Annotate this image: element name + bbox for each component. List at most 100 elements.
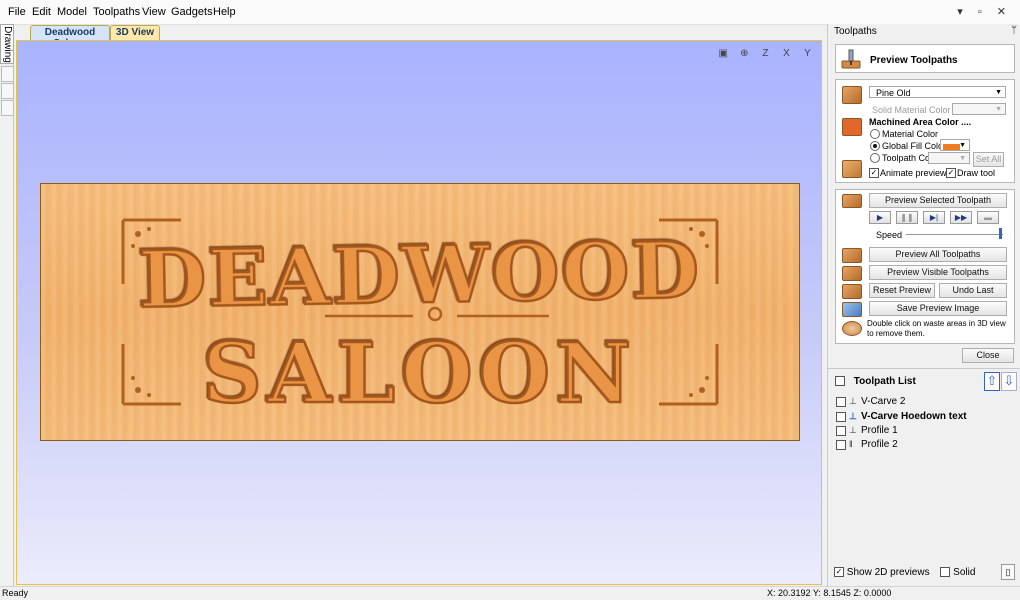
menu-view[interactable]: View xyxy=(142,6,166,18)
preview-selected-icon xyxy=(842,194,862,208)
material-select-value: Pine Old xyxy=(876,88,911,98)
radio-toolpath-color[interactable] xyxy=(870,153,880,163)
menu-help[interactable]: Help xyxy=(213,6,236,18)
preview-controls: Preview Selected Toolpath ▶ ❚❚ ▶| ▶▶ ▬ S… xyxy=(835,189,1015,344)
profile-icon: ⊥ xyxy=(849,425,857,435)
y-view-icon[interactable]: Y xyxy=(800,47,815,61)
window-controls[interactable]: ▾ ▫ ✕ xyxy=(957,5,1012,18)
material-settings: Pine Old ▼ Solid Material Color ▼ Machin… xyxy=(835,79,1015,183)
fill-color-swatch xyxy=(943,143,960,150)
strip-button[interactable] xyxy=(1,83,14,99)
preview-visible-button[interactable]: Preview Visible Toolpaths xyxy=(869,265,1007,280)
toolpath-color-picker[interactable]: ▼ xyxy=(928,152,970,164)
show-2d-previews-label: Show 2D previews xyxy=(846,567,930,578)
preview-tool-icon xyxy=(841,49,861,69)
set-all-button[interactable]: Set All xyxy=(973,152,1004,167)
solid-checkbox[interactable] xyxy=(940,567,951,578)
toolpath-row[interactable]: ⊥ Profile 1 xyxy=(836,425,898,436)
animate-preview-label: Animate preview xyxy=(880,168,947,178)
save-preview-image-button[interactable]: Save Preview Image xyxy=(869,301,1007,316)
chevron-down-icon: ▼ xyxy=(995,106,1002,113)
show-2d-previews-checkbox[interactable]: ✓ xyxy=(834,567,844,578)
pin-icon[interactable]: ᛘ xyxy=(1011,25,1017,36)
toolpath-name: V-Carve Hoedown text xyxy=(861,411,967,423)
vcarve-icon: ⊥ xyxy=(849,411,857,421)
global-fill-color-label: Global Fill Color xyxy=(882,141,947,151)
status-text: Ready xyxy=(2,588,29,598)
sign-text-line1: DEADWOOD xyxy=(138,225,702,326)
toolpath-row[interactable]: ⊥ V-Carve 2 xyxy=(836,396,905,407)
draw-tool-checkbox[interactable]: ✓ xyxy=(946,168,956,178)
toolpath-checkbox[interactable] xyxy=(836,425,846,436)
radio-global-fill-color[interactable] xyxy=(870,141,880,151)
tab-deadwood-saloon[interactable]: Deadwood Saloon xyxy=(30,25,110,49)
menu-toolpaths[interactable]: Toolpaths xyxy=(93,6,140,18)
menu-model[interactable]: Model xyxy=(57,6,87,18)
toolpath-list-title: Toolpath List xyxy=(853,376,916,387)
close-button[interactable]: Close xyxy=(962,348,1014,363)
machined-color-icon xyxy=(842,118,862,136)
play-icon[interactable]: ▶ xyxy=(869,211,891,224)
step-icon[interactable]: ▶| xyxy=(923,211,945,224)
zoom-extents-icon[interactable]: ▣ xyxy=(716,47,731,61)
fast-forward-icon[interactable]: ▶▶ xyxy=(950,211,972,224)
panel-divider xyxy=(828,368,1020,369)
chevron-down-icon: ▼ xyxy=(959,155,966,162)
pause-icon[interactable]: ❚❚ xyxy=(896,211,918,224)
x-view-icon[interactable]: X xyxy=(779,47,794,61)
solid-material-color-label: Solid Material Color xyxy=(872,105,951,115)
preview-toolpaths-header: Preview Toolpaths xyxy=(835,44,1015,73)
animate-preview-checkbox[interactable]: ✓ xyxy=(869,168,879,178)
move-up-arrow-icon[interactable]: ⇧ xyxy=(984,372,1000,391)
move-down-arrow-icon[interactable]: ⇩ xyxy=(1001,372,1017,391)
sign-text-line2: SALOON xyxy=(203,326,637,422)
playback-controls: ▶ ❚❚ ▶| ▶▶ ▬ xyxy=(869,211,1009,224)
material-select[interactable]: Pine Old ▼ xyxy=(869,86,1006,98)
save-image-icon xyxy=(842,302,862,317)
cursor-coordinates: X: 20.3192 Y: 8.1545 Z: 0.0000 xyxy=(767,588,892,598)
toolpath-row[interactable]: ⊥ V-Carve Hoedown text xyxy=(836,411,967,422)
list-options-icon[interactable]: ▯ xyxy=(1001,564,1015,580)
material-icon xyxy=(842,86,862,104)
radio-material-color[interactable] xyxy=(870,129,880,139)
drawing-side-tab[interactable]: Drawing xyxy=(0,24,14,64)
menu-file[interactable]: File xyxy=(8,6,26,18)
strip-button[interactable] xyxy=(1,66,14,82)
toolpath-name: V-Carve 2 xyxy=(861,396,906,408)
animate-icon xyxy=(842,160,862,178)
waste-area-icon xyxy=(842,321,862,336)
iso-view-icon[interactable]: ⊕ xyxy=(737,47,752,61)
toolpath-checkbox[interactable] xyxy=(836,396,846,407)
global-fill-color-picker[interactable]: ▼ xyxy=(940,139,970,151)
preview-visible-icon xyxy=(842,266,862,281)
status-bar: Ready X: 20.3192 Y: 8.1545 Z: 0.0000 xyxy=(0,586,1020,600)
toolpath-list-header: Toolpath List xyxy=(835,376,916,387)
toolpath-row[interactable]: ‖ Profile 2 xyxy=(836,439,898,450)
speed-slider-thumb[interactable] xyxy=(999,228,1003,239)
preview-selected-button[interactable]: Preview Selected Toolpath xyxy=(869,193,1007,208)
select-all-checkbox[interactable] xyxy=(835,376,845,387)
tab-3d-view[interactable]: 3D View xyxy=(110,25,160,41)
menu-bar: File Edit Model Toolpaths View Gadgets H… xyxy=(0,0,1020,25)
preview-all-button[interactable]: Preview All Toolpaths xyxy=(869,247,1007,262)
strip-button[interactable] xyxy=(1,100,14,116)
drawing-tab-label: Drawing xyxy=(1,26,13,63)
z-view-icon[interactable]: Z xyxy=(758,47,773,61)
undo-last-button[interactable]: Undo Last xyxy=(939,283,1007,298)
reset-preview-button[interactable]: Reset Preview xyxy=(869,283,935,298)
toolpath-name: Profile 1 xyxy=(861,425,898,437)
draw-tool-label: Draw tool xyxy=(957,168,996,178)
menu-edit[interactable]: Edit xyxy=(32,6,51,18)
panel-title: Toolpaths xyxy=(834,26,877,37)
speed-label: Speed xyxy=(876,230,903,240)
3d-viewport[interactable]: ▣ ⊕ Z X Y DEADWOOD SALOON xyxy=(16,40,822,585)
toolpath-checkbox[interactable] xyxy=(836,411,846,422)
solid-color-picker[interactable]: ▼ xyxy=(952,103,1006,115)
material-color-label: Material Color xyxy=(882,129,939,139)
view-orientation-toolbar: ▣ ⊕ Z X Y xyxy=(713,47,815,61)
menu-gadgets[interactable]: Gadgets xyxy=(171,6,213,18)
toolpath-checkbox[interactable] xyxy=(836,439,846,450)
speed-slider-track[interactable] xyxy=(906,234,1003,235)
stop-icon[interactable]: ▬ xyxy=(977,211,999,224)
reset-icon xyxy=(842,284,862,299)
